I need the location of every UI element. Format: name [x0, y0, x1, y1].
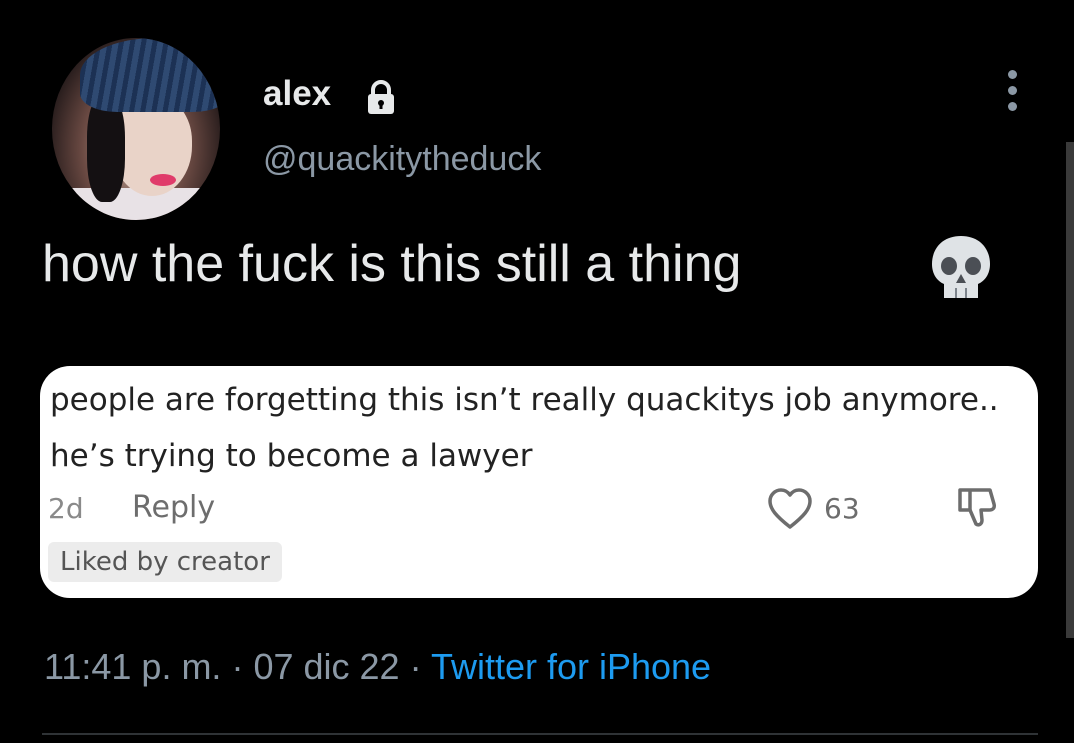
dislike-icon — [958, 488, 996, 527]
tweet-time[interactable]: 11:41 p. m. — [44, 646, 221, 687]
avatar-lips — [150, 174, 176, 186]
like-count: 63 — [824, 492, 860, 525]
tweet-date[interactable]: 07 dic 22 — [253, 646, 399, 687]
quoted-comment-age: 2d — [48, 492, 84, 525]
avatar[interactable] — [52, 38, 220, 220]
tweet-source-link[interactable]: Twitter for iPhone — [431, 646, 711, 687]
meta-separator: · — [231, 646, 244, 687]
quoted-comment-card[interactable]: people are forgetting this isn’t really … — [40, 366, 1038, 598]
skull-icon — [932, 236, 990, 298]
quoted-comment-text: people are forgetting this isn’t really … — [50, 382, 999, 474]
avatar-shirt — [52, 188, 220, 220]
avatar-beanie — [80, 38, 220, 112]
author-name[interactable]: alex — [263, 74, 331, 114]
tweet-text: how the fuck is this still a thing — [42, 235, 742, 293]
lock-icon — [368, 80, 394, 114]
reply-button: Reply — [132, 490, 216, 525]
meta-separator: · — [409, 646, 422, 687]
liked-by-creator-badge: Liked by creator — [48, 542, 282, 582]
heart-icon — [768, 488, 812, 529]
more-options-icon[interactable] — [1000, 70, 1024, 112]
tweet-meta: 11:41 p. m. · 07 dic 22 · Twitter for iP… — [44, 646, 711, 688]
divider — [42, 733, 1038, 735]
scrollbar[interactable] — [1066, 142, 1074, 638]
author-handle[interactable]: @quackitytheduck — [263, 140, 541, 179]
